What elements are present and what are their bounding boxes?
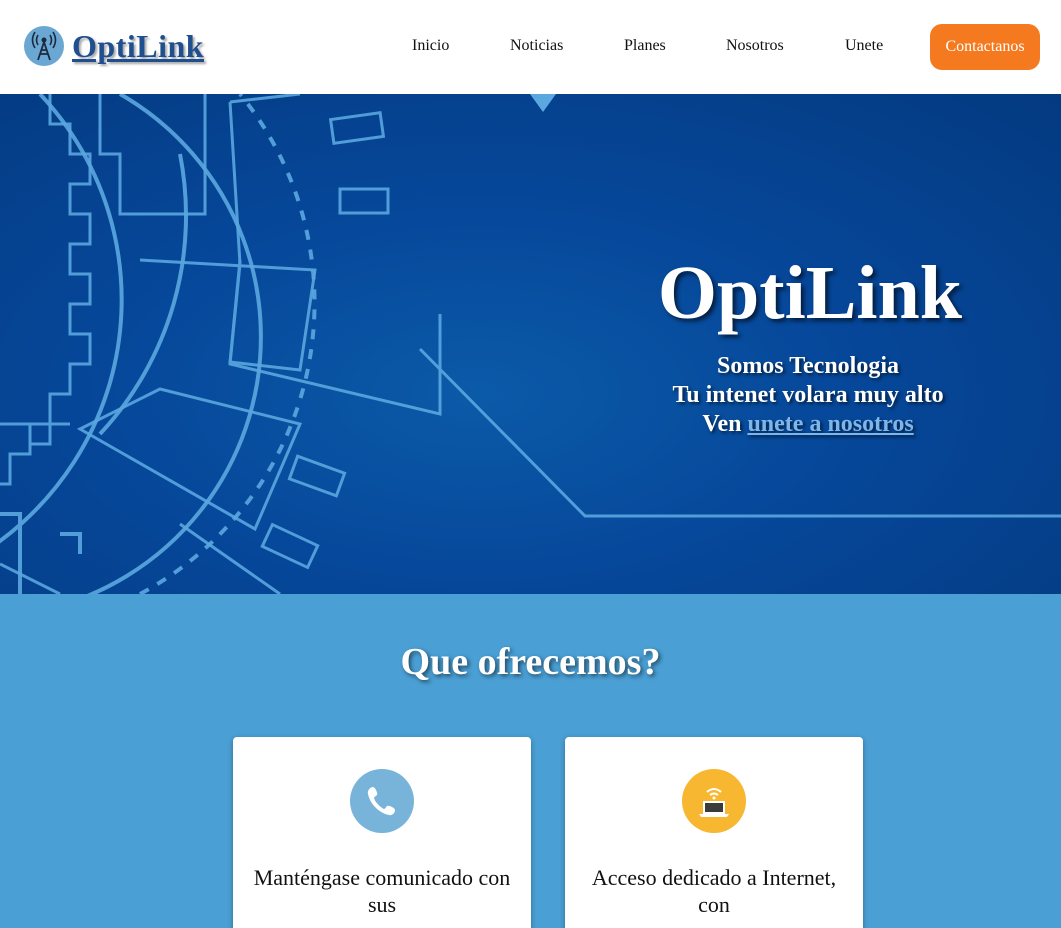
service-card-internet: Acceso dedicado a Internet, con	[565, 737, 863, 928]
nav-nosotros[interactable]: Nosotros	[726, 37, 784, 55]
hero-title: OptiLink	[657, 251, 963, 335]
card-text: Manténgase comunicado con sus	[253, 865, 511, 917]
navbar: OptiLink Inicio Noticias Planes Nosotros…	[0, 0, 1061, 94]
hero-line-2: Tu intenet volara muy alto	[672, 382, 944, 408]
wifi-laptop-icon	[682, 769, 746, 833]
contact-button[interactable]: Contactanos	[930, 24, 1040, 70]
hero-tagline: Somos Tecnologia Tu intenet volara muy a…	[640, 352, 976, 439]
join-us-link[interactable]: unete a nosotros	[747, 411, 913, 437]
nav-unete[interactable]: Unete	[845, 37, 883, 55]
hero-line-3-prefix: Ven	[702, 411, 742, 437]
nav-inicio[interactable]: Inicio	[412, 37, 449, 55]
offer-title: Que ofrecemos?	[400, 641, 661, 683]
service-card-phone: Manténgase comunicado con sus	[233, 737, 531, 928]
main-nav: Inicio Noticias Planes Nosotros Unete Co…	[0, 0, 1061, 94]
circuit-background	[0, 94, 1061, 594]
hero-section: OptiLink Somos Tecnologia Tu intenet vol…	[0, 94, 1061, 594]
hero-line-1: Somos Tecnologia	[716, 353, 900, 379]
nav-noticias[interactable]: Noticias	[510, 37, 563, 55]
hero-line-3: Ven unete a nosotros	[640, 410, 976, 439]
offer-section: Que ofrecemos? Manténgase comunicado con…	[0, 594, 1061, 928]
nav-planes[interactable]: Planes	[624, 37, 666, 55]
phone-icon	[350, 769, 414, 833]
card-text: Acceso dedicado a Internet, con	[591, 865, 837, 917]
